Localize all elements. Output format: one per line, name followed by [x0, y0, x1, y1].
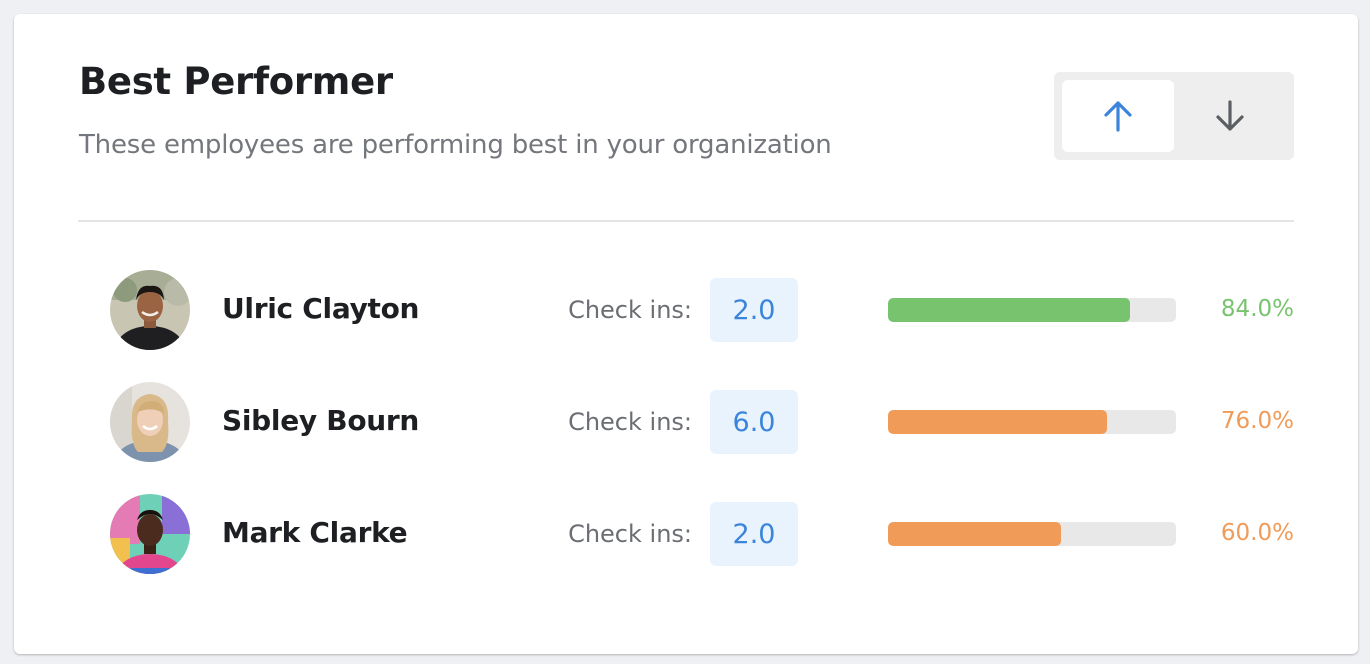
employee-row: Ulric Clayton Check ins: 2.0 84.0%: [14, 270, 1358, 350]
best-performer-card: Best Performer These employees are perfo…: [14, 14, 1358, 654]
performance-bar-fill: [888, 522, 1061, 546]
checkins-label: Check ins:: [568, 408, 692, 436]
checkins-label: Check ins:: [568, 520, 692, 548]
employee-name: Sibley Bourn: [222, 404, 420, 437]
avatar: [110, 494, 190, 574]
sort-down-button[interactable]: [1174, 80, 1286, 152]
arrow-up-icon: [1104, 101, 1132, 132]
performance-bar-fill: [888, 298, 1130, 322]
performance-percent: 76.0%: [1220, 408, 1294, 434]
performance-percent: 84.0%: [1220, 296, 1294, 322]
card-subtitle: These employees are performing best in y…: [79, 130, 832, 160]
checkins-label: Check ins:: [568, 296, 692, 324]
employee-name: Ulric Clayton: [222, 292, 420, 325]
performance-bar-fill: [888, 410, 1107, 434]
employee-row: Mark Clarke Check ins: 2.0 60.0%: [14, 494, 1358, 574]
performance-percent: 60.0%: [1220, 520, 1294, 546]
checkins-value: 2.0: [710, 278, 798, 342]
avatar: [110, 270, 190, 350]
employee-name: Mark Clarke: [222, 516, 408, 549]
performance-bar: [888, 410, 1176, 434]
checkins-value: 6.0: [710, 390, 798, 454]
employee-row: Sibley Bourn Check ins: 6.0 76.0%: [14, 382, 1358, 462]
performance-bar: [888, 298, 1176, 322]
card-title: Best Performer: [79, 60, 393, 103]
header-divider: [78, 220, 1294, 222]
avatar: [110, 382, 190, 462]
arrow-down-icon: [1216, 100, 1244, 131]
performance-bar: [888, 522, 1176, 546]
checkins-value: 2.0: [710, 502, 798, 566]
sort-toggle: [1054, 72, 1294, 160]
sort-up-button[interactable]: [1062, 80, 1174, 152]
